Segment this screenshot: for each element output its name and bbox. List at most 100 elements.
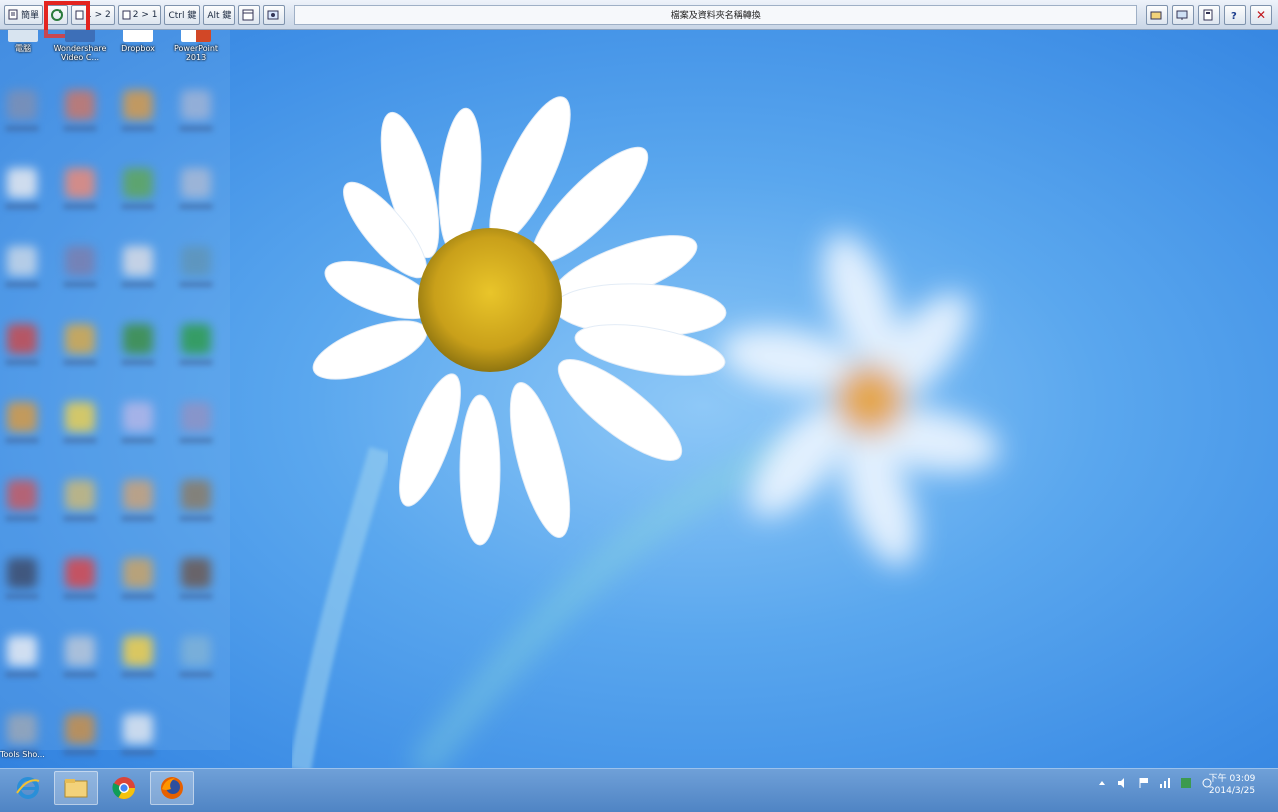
blurred-desktop-icon[interactable] xyxy=(7,168,37,198)
blurred-icon-label xyxy=(179,360,213,365)
desktop-icon-label: Dropbox xyxy=(121,44,155,53)
chevron-up-icon[interactable] xyxy=(1096,777,1108,789)
toolbar-button-5[interactable]: Ctrl 鍵 xyxy=(164,4,201,25)
blurred-desktop-icon[interactable] xyxy=(181,558,211,588)
blurred-desktop-icon[interactable] xyxy=(123,636,153,666)
video-converter-icon xyxy=(65,30,95,42)
blurred-desktop-icon[interactable] xyxy=(65,246,95,276)
desktop-icon-label: 電腦 xyxy=(15,44,31,53)
blurred-icon-label xyxy=(5,204,39,209)
desktop-icon-wondershare[interactable]: Wondershare Video C... xyxy=(50,30,110,62)
blurred-desktop-icon[interactable] xyxy=(7,636,37,666)
toolbar-button-4[interactable]: 2 > 1 xyxy=(117,4,162,25)
toolbar-button-6[interactable]: Alt 鍵 xyxy=(203,4,236,25)
blurred-desktop-icon[interactable] xyxy=(65,558,95,588)
window-title: 檔案及資料夾名稱轉換 xyxy=(294,4,1137,25)
blurred-icon-label xyxy=(63,516,97,521)
display-button[interactable] xyxy=(1172,4,1194,25)
blurred-desktop-icon[interactable] xyxy=(7,558,37,588)
app-tray-icon[interactable] xyxy=(1180,777,1192,789)
blurred-desktop-icon[interactable] xyxy=(181,246,211,276)
blurred-desktop-icon[interactable] xyxy=(123,480,153,510)
taskbar-chrome-button[interactable] xyxy=(102,771,146,805)
blurred-icon-label xyxy=(63,360,97,365)
blurred-desktop-icon[interactable] xyxy=(65,168,95,198)
network-icon[interactable] xyxy=(1159,777,1171,789)
blurred-icon-label xyxy=(5,282,39,287)
flag-icon[interactable] xyxy=(1138,777,1150,789)
settings-button[interactable] xyxy=(1198,4,1220,25)
blurred-icon-label xyxy=(179,438,213,443)
blurred-icon-label xyxy=(121,282,155,287)
speaker-icon[interactable] xyxy=(1117,777,1129,789)
blurred-desktop-icon[interactable] xyxy=(123,246,153,276)
blurred-desktop-icon[interactable] xyxy=(181,480,211,510)
blurred-desktop-icon[interactable] xyxy=(7,714,37,744)
blurred-desktop-icon[interactable] xyxy=(65,480,95,510)
help-button[interactable]: ? xyxy=(1224,4,1246,25)
blurred-desktop-icon[interactable] xyxy=(65,324,95,354)
system-tray xyxy=(1096,777,1213,789)
blurred-desktop-icon[interactable] xyxy=(7,480,37,510)
blurred-desktop-icon[interactable] xyxy=(123,90,153,120)
taskbar: 下午 03:09 2014/3/25 xyxy=(0,768,1278,812)
toolbar-button-label: 1 > 2 xyxy=(86,9,111,20)
blurred-desktop-icon[interactable] xyxy=(181,636,211,666)
toolbar-button-2[interactable] xyxy=(46,4,69,25)
close-button[interactable]: ✕ xyxy=(1250,4,1272,25)
blurred-desktop-icon[interactable] xyxy=(181,402,211,432)
taskbar-firefox-button[interactable] xyxy=(150,771,194,805)
blurred-icon-label xyxy=(179,282,213,287)
powerpoint-icon xyxy=(181,30,211,42)
blurred-desktop-icon[interactable] xyxy=(65,636,95,666)
blurred-desktop-icon[interactable] xyxy=(123,714,153,744)
taskbar-explorer-button[interactable] xyxy=(54,771,98,805)
blurred-desktop-icon[interactable] xyxy=(7,90,37,120)
blurred-icon-label xyxy=(5,516,39,521)
blurred-icon-label xyxy=(121,750,155,755)
blurred-desktop-icon[interactable] xyxy=(123,324,153,354)
capture-icon xyxy=(267,10,279,19)
blurred-icon-label xyxy=(179,204,213,209)
send-file-button[interactable] xyxy=(1146,4,1168,25)
close-icon: ✕ xyxy=(1255,7,1267,22)
blurred-desktop-icon[interactable] xyxy=(65,714,95,744)
taskbar-clock[interactable]: 下午 03:09 2014/3/25 xyxy=(1204,773,1260,797)
toolbar-button-label: Alt 鍵 xyxy=(207,11,232,21)
blurred-icon-label xyxy=(63,282,97,287)
desktop-icon-label-bottom[interactable]: Tools Sho... xyxy=(0,750,45,759)
help-icon: ? xyxy=(1231,11,1237,21)
blurred-desktop-icon[interactable] xyxy=(181,324,211,354)
blurred-icon-label xyxy=(63,750,97,755)
desktop-icon-powerpoint[interactable]: PowerPoint 2013 xyxy=(166,30,226,62)
desktop: 電腦 Wondershare Video C... Dropbox PowerP… xyxy=(0,30,1278,768)
blurred-desktop-icon[interactable] xyxy=(7,402,37,432)
toolbar-button-8[interactable] xyxy=(263,4,286,25)
firefox-icon xyxy=(161,777,183,799)
blurred-desktop-icon[interactable] xyxy=(7,324,37,354)
blurred-icon-label xyxy=(5,360,39,365)
desktop-icon-computer[interactable]: 電腦 xyxy=(0,30,53,53)
folder-icon xyxy=(1150,11,1162,19)
blurred-icon-label xyxy=(121,672,155,677)
blurred-desktop-icon[interactable] xyxy=(7,246,37,276)
blurred-icon-label xyxy=(5,438,39,443)
toolbar-button-label: 2 > 1 xyxy=(132,9,158,20)
toolbar-button-3[interactable]: 1 > 2 xyxy=(71,4,115,25)
blurred-desktop-icon[interactable] xyxy=(181,168,211,198)
svg-text:?: ? xyxy=(1231,11,1237,21)
blurred-icon-label xyxy=(179,516,213,521)
toolbar-button-7[interactable] xyxy=(238,4,261,25)
document-icon xyxy=(8,9,18,20)
blurred-desktop-icon[interactable] xyxy=(65,90,95,120)
page-icon xyxy=(75,10,84,19)
blurred-desktop-icon[interactable] xyxy=(181,90,211,120)
blurred-desktop-icon[interactable] xyxy=(123,168,153,198)
taskbar-ie-button[interactable] xyxy=(6,771,50,805)
blurred-desktop-icon[interactable] xyxy=(65,402,95,432)
toolbar-button-1[interactable]: 簡單 xyxy=(4,4,44,25)
blurred-desktop-icon[interactable] xyxy=(123,402,153,432)
desktop-icon-dropbox[interactable]: Dropbox xyxy=(108,30,168,53)
blurred-icon-label xyxy=(63,438,97,443)
blurred-desktop-icon[interactable] xyxy=(123,558,153,588)
